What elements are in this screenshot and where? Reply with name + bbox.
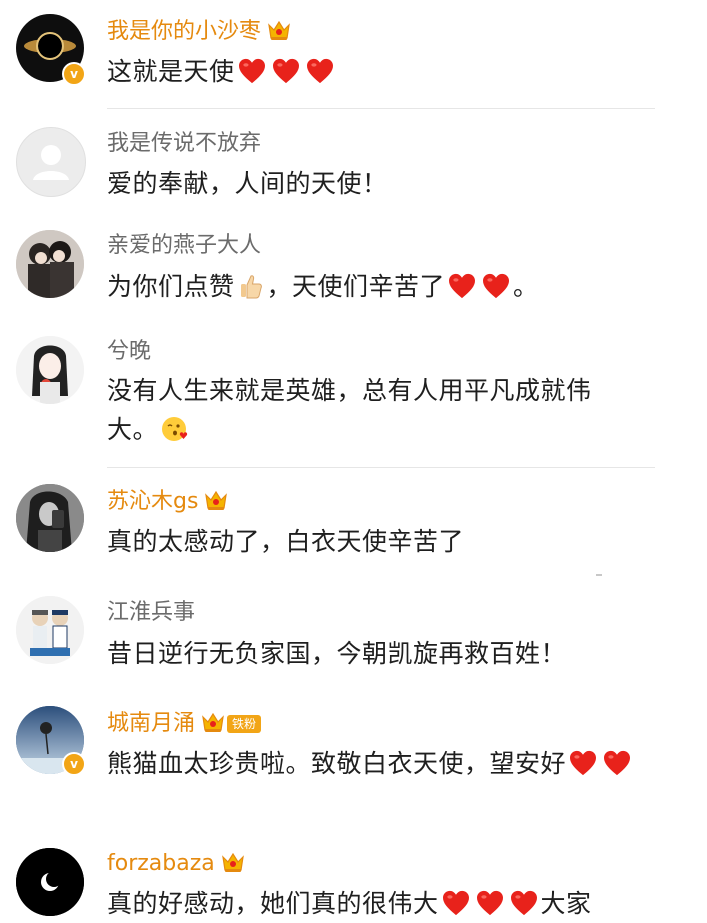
comment-text: 熊猫血太珍贵啦。致敬白衣天使，望安好 (107, 744, 637, 783)
moon-avatar-image (16, 848, 84, 916)
divider (107, 467, 655, 468)
heart-icon (306, 58, 334, 84)
comment-text-body: 大家 (540, 889, 592, 918)
heart-icon (238, 58, 266, 84)
username[interactable]: 我是传说不放弃 (107, 130, 261, 158)
crown-icon (267, 19, 291, 41)
username[interactable]: 兮晚 (107, 338, 151, 366)
blowing-kiss-emoji-icon (162, 417, 188, 441)
heart-icon (272, 58, 300, 84)
comment-text: 爱的奉献，人间的天使！ (107, 164, 647, 203)
avatar[interactable] (16, 848, 84, 916)
heart-icon (442, 890, 470, 916)
username-text[interactable]: 我是传说不放弃 (107, 131, 261, 156)
comment-text-body: 熊猫血太珍贵啦。致敬白衣天使，望安好 (107, 749, 567, 778)
username-text[interactable]: 城南月涌 (107, 711, 195, 736)
figurines-avatar-image (16, 596, 84, 664)
selfie-avatar-image (16, 484, 84, 552)
avatar[interactable] (16, 484, 84, 552)
username[interactable]: 亲爱的燕子大人 (107, 232, 261, 260)
thumbs-up-icon (240, 275, 262, 299)
heart-icon (569, 750, 597, 776)
avatar[interactable] (16, 336, 84, 404)
username[interactable]: 我是你的小沙枣 (107, 18, 291, 46)
crown-icon (201, 711, 225, 733)
couple-avatar-image (16, 230, 84, 298)
crown-icon (221, 851, 245, 873)
heart-icon (448, 273, 476, 299)
avatar[interactable] (16, 230, 84, 298)
comment-text-body: 这就是天使 (107, 57, 235, 86)
heart-icon (510, 890, 538, 916)
username[interactable]: forzabaza (107, 850, 245, 878)
username-text[interactable]: 我是你的小沙枣 (107, 19, 261, 44)
comment-text-body: 真的太感动了，白衣天使辛苦了 (107, 527, 465, 556)
comment-text-body: 为你们点赞 (107, 272, 235, 301)
comment-text-body: 爱的奉献，人间的天使！ (107, 169, 388, 198)
comment-text: 没有人生来就是英雄，总有人用平凡成就伟大。 (107, 371, 627, 449)
comment-text-body: ，天使们辛苦了 (266, 272, 446, 301)
verified-icon: v (62, 752, 86, 776)
username-text[interactable]: 苏沁木gs (107, 489, 198, 514)
crown-icon (204, 489, 228, 511)
comment-text: 真的太感动了，白衣天使辛苦了 (107, 522, 647, 561)
heart-icon (603, 750, 631, 776)
username[interactable]: 江淮兵事 (107, 599, 195, 627)
username-text[interactable]: 亲爱的燕子大人 (107, 233, 261, 258)
username-text[interactable]: 兮晚 (107, 339, 151, 364)
comment-text-body: 昔日逆行无负家国，今朝凯旋再救百姓！ (107, 639, 567, 668)
iron-fan-badge: 铁粉 (227, 715, 262, 733)
comment-text: 这就是天使 (107, 52, 647, 91)
comment-text: 真的好感动，她们真的很伟大 大家 (107, 884, 647, 923)
comment-text: 为你们点赞 ，天使们辛苦了 。 (107, 267, 647, 306)
verified-icon: v (62, 62, 86, 86)
girl-avatar-image (16, 336, 84, 404)
default-user-icon (33, 145, 69, 180)
comment-text-body: 。 (513, 272, 539, 301)
comment-text: 昔日逆行无负家国，今朝凯旋再救百姓！ (107, 634, 647, 673)
divider (107, 108, 655, 109)
avatar[interactable] (16, 127, 86, 197)
username-text[interactable]: forzabaza (107, 851, 215, 876)
username[interactable]: 城南月涌 铁粉 (107, 710, 262, 738)
username-text[interactable]: 江淮兵事 (107, 600, 195, 625)
scroll-mark (596, 574, 602, 576)
avatar[interactable] (16, 596, 84, 664)
heart-icon (482, 273, 510, 299)
heart-icon (476, 890, 504, 916)
comment-text-body: 真的好感动，她们真的很伟大 (107, 889, 439, 918)
username[interactable]: 苏沁木gs (107, 488, 228, 516)
